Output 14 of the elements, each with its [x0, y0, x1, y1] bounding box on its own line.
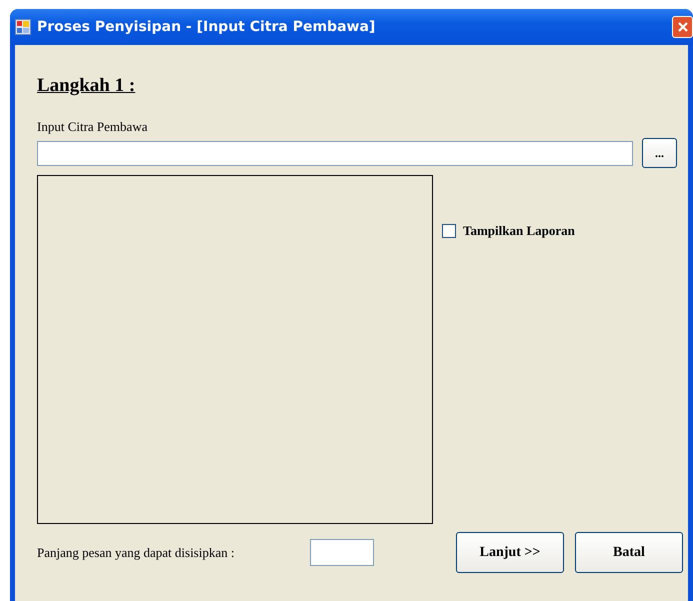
report-checkbox[interactable] — [442, 224, 456, 238]
window-title: Proses Penyisipan - [Input Citra Pembawa] — [37, 19, 376, 35]
close-button[interactable] — [672, 16, 693, 38]
capacity-label: Panjang pesan yang dapat disisipkan : — [37, 544, 236, 560]
capacity-field[interactable] — [310, 539, 374, 566]
checkbox-label: Tampilkan Laporan — [463, 223, 575, 239]
window-icon — [15, 19, 31, 35]
browse-button[interactable]: ... — [642, 138, 677, 168]
close-icon — [676, 21, 688, 33]
image-path-field[interactable] — [37, 140, 633, 166]
step-heading: Langkah 1 : — [37, 75, 136, 98]
input-label: Input Citra Pembawa — [37, 119, 148, 135]
cancel-button[interactable]: Batal — [575, 532, 683, 573]
next-button[interactable]: Lanjut >> — [456, 532, 564, 573]
